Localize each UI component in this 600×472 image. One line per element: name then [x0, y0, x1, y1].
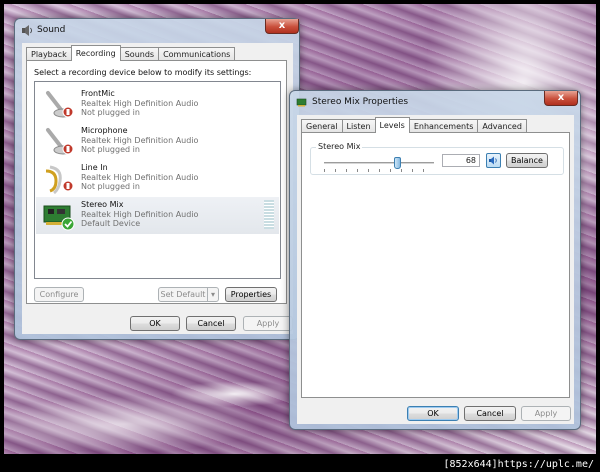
volume-slider[interactable]: [324, 157, 434, 172]
microphone-icon: [46, 91, 74, 118]
device-status: Not plugged in: [81, 145, 140, 154]
sound-client: Playback Recording Sounds Communications…: [22, 43, 293, 334]
watermark: [852x644]https://uplc.me/: [443, 459, 594, 470]
levels-tab-page: Stereo Mix 68 Balance: [301, 132, 570, 398]
sound-tabs: Playback Recording Sounds Communications: [26, 45, 236, 61]
sound-card-icon: [296, 98, 307, 107]
sound-window-title: Sound: [37, 25, 66, 35]
recording-device-list[interactable]: FrontMic Realtek High Definition Audio N…: [34, 81, 281, 279]
device-description: Realtek High Definition Audio: [81, 136, 199, 145]
set-default-button[interactable]: Set Default: [158, 287, 208, 302]
properties-client: General Listen Levels Enhancements Advan…: [297, 115, 574, 424]
apply-button[interactable]: Apply: [243, 316, 293, 331]
ok-button[interactable]: OK: [130, 316, 180, 331]
sound-titlebar[interactable]: Sound x: [15, 19, 299, 41]
list-item[interactable]: Line In Realtek High Definition Audio No…: [36, 160, 279, 197]
microphone-icon: [46, 128, 74, 155]
chevron-down-icon: ▾: [210, 290, 215, 299]
list-item[interactable]: FrontMic Realtek High Definition Audio N…: [36, 86, 279, 123]
slider-track: [324, 162, 434, 164]
sound-window: Sound x Playback Recording Sounds Commun…: [14, 18, 300, 340]
tab-general[interactable]: General: [301, 119, 343, 133]
level-meter: [264, 200, 274, 229]
properties-close-button[interactable]: x: [544, 91, 578, 106]
tab-enhancements[interactable]: Enhancements: [408, 119, 479, 133]
configure-button[interactable]: Configure: [34, 287, 84, 302]
line-in-icon: [45, 165, 74, 195]
speaker-icon: [489, 156, 497, 165]
tab-advanced[interactable]: Advanced: [477, 119, 527, 133]
tab-recording[interactable]: Recording: [70, 45, 121, 61]
sound-card-icon: [43, 205, 75, 231]
tab-playback[interactable]: Playback: [26, 47, 72, 61]
level-value-field[interactable]: 68: [442, 154, 480, 167]
balance-button[interactable]: Balance: [506, 153, 548, 168]
tab-sounds[interactable]: Sounds: [119, 47, 160, 61]
cancel-button[interactable]: Cancel: [186, 316, 236, 331]
properties-titlebar[interactable]: Stereo Mix Properties x: [290, 91, 580, 113]
device-description: Realtek High Definition Audio: [81, 99, 199, 108]
device-status: Default Device: [81, 219, 141, 228]
set-default-dropdown[interactable]: ▾: [207, 287, 219, 302]
list-item[interactable]: Microphone Realtek High Definition Audio…: [36, 123, 279, 160]
recording-instruction: Select a recording device below to modif…: [34, 68, 252, 77]
slider-ticks: [324, 169, 434, 172]
device-description: Realtek High Definition Audio: [81, 210, 199, 219]
sound-close-button[interactable]: x: [265, 19, 299, 34]
properties-window-title: Stereo Mix Properties: [312, 97, 409, 107]
device-name: FrontMic: [81, 89, 115, 98]
device-name: Stereo Mix: [81, 200, 124, 209]
stereo-mix-properties-window: Stereo Mix Properties x General Listen L…: [289, 90, 581, 430]
device-name: Microphone: [81, 126, 128, 135]
list-item[interactable]: Stereo Mix Realtek High Definition Audio…: [36, 197, 279, 234]
tab-levels[interactable]: Levels: [374, 117, 410, 133]
mute-toggle-button[interactable]: [486, 153, 501, 168]
device-description: Realtek High Definition Audio: [81, 173, 199, 182]
device-status: Not plugged in: [81, 108, 140, 117]
device-name: Line In: [81, 163, 108, 172]
apply-button[interactable]: Apply: [521, 406, 571, 421]
device-status: Not plugged in: [81, 182, 140, 191]
recording-tab-page: Select a recording device below to modif…: [26, 60, 287, 304]
tab-communications[interactable]: Communications: [158, 47, 236, 61]
properties-button[interactable]: Properties: [225, 287, 277, 302]
cancel-button[interactable]: Cancel: [464, 406, 516, 421]
properties-tabs: General Listen Levels Enhancements Advan…: [301, 117, 527, 133]
tab-listen[interactable]: Listen: [341, 119, 376, 133]
ok-button[interactable]: OK: [407, 406, 459, 421]
group-label: Stereo Mix: [316, 142, 363, 151]
slider-thumb[interactable]: [394, 157, 401, 169]
speaker-icon: [22, 25, 32, 36]
